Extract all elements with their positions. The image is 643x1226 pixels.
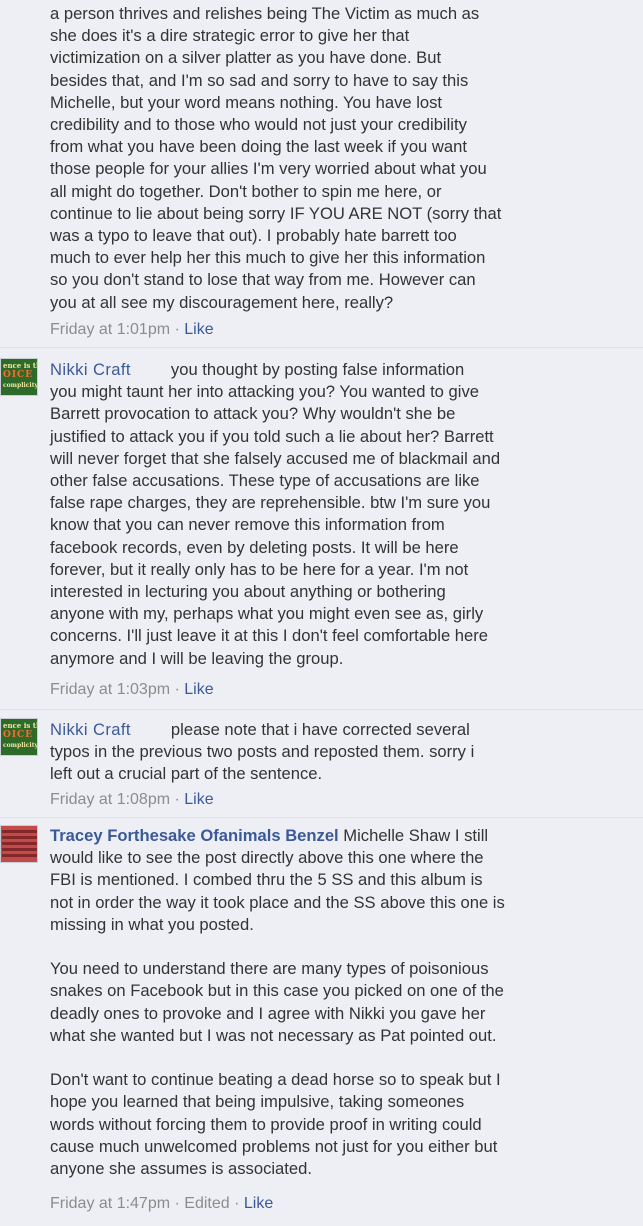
avatar[interactable]: ence is the OICE complicity.	[0, 358, 38, 396]
avatar[interactable]	[0, 825, 38, 863]
comment: a person thrives and relishes being The …	[0, 0, 643, 348]
comment: ence is the OICE complicity. Nikki Craft…	[0, 348, 643, 710]
comment-text: Tracey Forthesake Ofanimals Benzel Miche…	[50, 825, 595, 1180]
comment-timestamp[interactable]: Friday at 1:01pm	[50, 321, 170, 338]
like-link[interactable]: Like	[184, 791, 213, 808]
comment-thread: a person thrives and relishes being The …	[0, 0, 643, 1226]
meta-separator: ·	[229, 1195, 244, 1212]
like-link[interactable]: Like	[184, 321, 213, 338]
comment-meta: Friday at 1:01pm · Like	[50, 320, 214, 340]
edited-label[interactable]: Edited	[184, 1195, 229, 1212]
meta-separator: ·	[170, 791, 185, 808]
avatar-text: ence is the	[3, 361, 37, 370]
meta-separator: ·	[170, 681, 185, 698]
avatar-text: OICE	[3, 370, 34, 380]
like-link[interactable]: Like	[184, 681, 213, 698]
comment: ence is the OICE complicity. Nikki Craft…	[0, 710, 643, 818]
comment-meta: Friday at 1:03pm · Like	[50, 680, 214, 700]
like-link[interactable]: Like	[244, 1195, 273, 1212]
comment-author-link[interactable]: Nikki Craft	[50, 360, 131, 379]
meta-separator: ·	[170, 1195, 185, 1212]
comment-timestamp[interactable]: Friday at 1:47pm	[50, 1195, 170, 1212]
comment-timestamp[interactable]: Friday at 1:03pm	[50, 681, 170, 698]
avatar-text: complicity.	[3, 382, 38, 389]
avatar-text: complicity.	[3, 742, 38, 749]
avatar-text: OICE	[3, 730, 34, 740]
comment-text: a person thrives and relishes being The …	[50, 4, 502, 312]
meta-separator: ·	[170, 321, 185, 338]
comment-meta: Friday at 1:08pm · Like	[50, 790, 214, 810]
avatar-text: ence is the	[3, 721, 37, 730]
comment-body: you thought by posting false information…	[50, 360, 501, 668]
comment-body: Michelle Shaw I still would like to see …	[50, 826, 505, 1179]
avatar[interactable]: ence is the OICE complicity.	[0, 718, 38, 756]
comment-meta: Friday at 1:47pm · Edited · Like	[50, 1194, 273, 1214]
comment-timestamp[interactable]: Friday at 1:08pm	[50, 791, 170, 808]
comment-author-link[interactable]: Nikki Craft	[50, 720, 131, 739]
comment-text: Nikki Craft please note that i have corre…	[50, 719, 595, 786]
comment-text: Nikki Craft you thought by posting false …	[50, 359, 595, 670]
comment: Tracey Forthesake Ofanimals Benzel Miche…	[0, 818, 643, 1226]
comment-author-link[interactable]: Tracey Forthesake Ofanimals Benzel	[50, 826, 339, 845]
